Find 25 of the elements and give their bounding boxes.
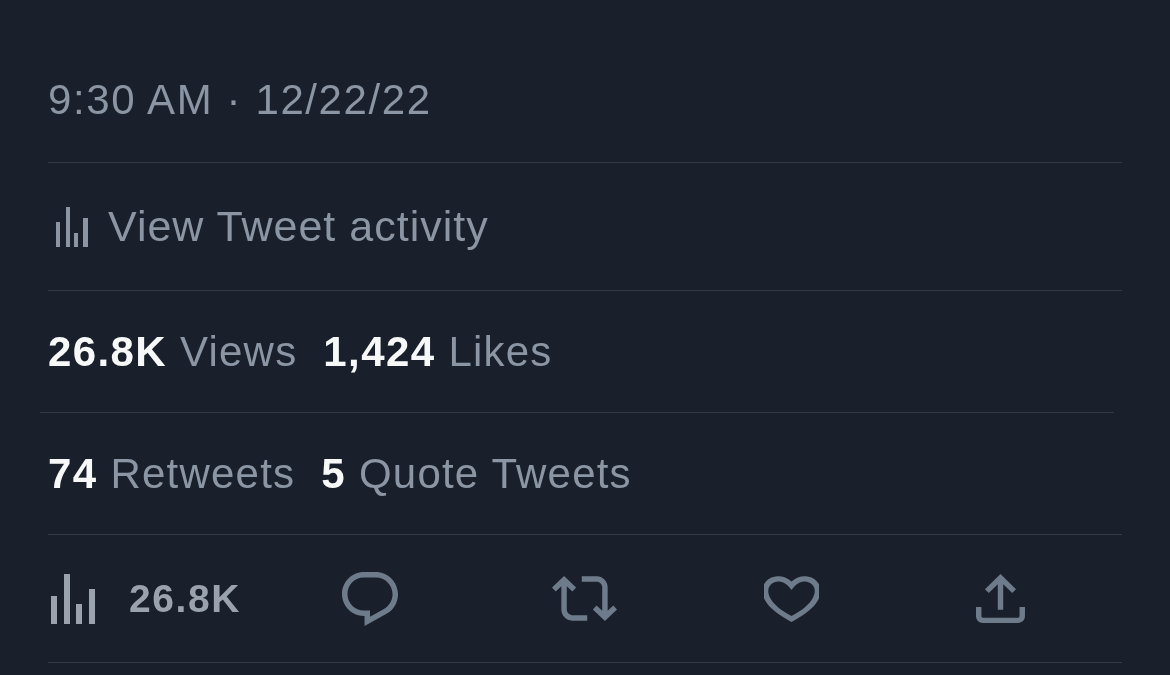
like-button[interactable] <box>764 575 819 622</box>
stat-count: 26.8K <box>48 327 168 376</box>
stat-label: Quote Tweets <box>359 449 632 498</box>
upload-arrow-icon <box>976 574 1025 623</box>
retweet-button[interactable] <box>552 576 617 621</box>
stat-count: 1,424 <box>323 327 436 376</box>
heart-icon <box>764 575 819 622</box>
stat-link[interactable]: 74 Retweets <box>48 449 296 498</box>
bar-chart-icon <box>51 573 95 624</box>
stat-label: Retweets <box>110 449 296 498</box>
stat-link[interactable]: 1,424 Likes <box>323 327 553 376</box>
tweet-timestamp: 9:30 AM · 12/22/22 <box>48 76 432 124</box>
share-button[interactable] <box>976 574 1025 623</box>
stat-label: Likes <box>448 327 553 376</box>
stat-count: 74 <box>48 449 98 498</box>
stat-link[interactable]: 5 Quote Tweets <box>321 449 632 498</box>
speech-bubble-icon <box>342 571 398 626</box>
stat-label: Views <box>180 327 298 376</box>
reply-button[interactable] <box>342 571 398 626</box>
retweet-arrows-icon <box>552 576 617 621</box>
views-count: 26.8K <box>129 576 242 621</box>
stat-count: 5 <box>321 449 346 498</box>
bar-chart-icon <box>56 206 88 247</box>
views-button[interactable]: 26.8K <box>51 573 242 624</box>
stat-link[interactable]: 26.8K Views <box>48 327 298 376</box>
